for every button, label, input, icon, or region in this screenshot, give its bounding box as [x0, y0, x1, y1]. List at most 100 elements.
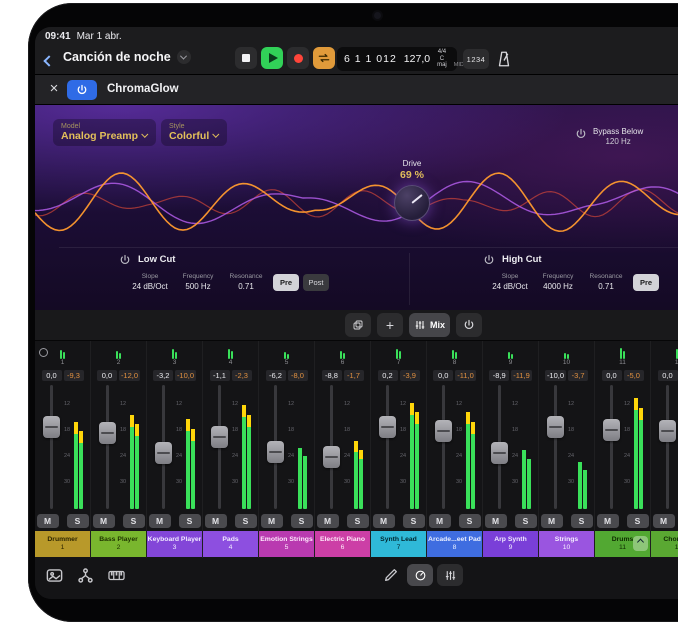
solo-button[interactable]: S [515, 514, 537, 528]
keyboard-button[interactable] [107, 566, 126, 585]
fader-handle[interactable] [379, 416, 396, 438]
fader-handle[interactable] [43, 416, 60, 438]
pan-value[interactable]: 0,0 [602, 370, 622, 381]
solo-button[interactable]: S [235, 514, 257, 528]
pan-value[interactable]: 0,0 [97, 370, 117, 381]
fader-handle[interactable] [267, 441, 284, 463]
controls-view-button[interactable] [407, 564, 433, 586]
mute-button[interactable]: M [429, 514, 451, 528]
add-plugin-button[interactable]: + [377, 313, 403, 337]
fader-handle[interactable] [603, 419, 620, 441]
track-label[interactable]: Strings10 [539, 531, 594, 557]
track-label[interactable]: Pads4 [203, 531, 258, 557]
play-button[interactable] [261, 47, 283, 69]
count-in-button[interactable]: 1234 [463, 49, 489, 69]
solo-button[interactable]: S [347, 514, 369, 528]
back-button[interactable] [45, 52, 59, 66]
stop-button[interactable] [235, 47, 257, 69]
pan-value[interactable]: -10,0 [545, 370, 566, 381]
fader-handle[interactable] [435, 420, 452, 442]
volume-value[interactable]: -2,3 [232, 370, 252, 381]
solo-button[interactable]: S [179, 514, 201, 528]
high-cut-power-icon[interactable] [483, 253, 495, 265]
volume-value[interactable]: -11,0 [455, 370, 476, 381]
low-cut-resonance[interactable]: Resonance 0.71 [223, 273, 269, 293]
fader-handle[interactable] [547, 416, 564, 438]
pan-value[interactable]: 0,2 [378, 370, 398, 381]
edit-button[interactable] [383, 567, 399, 583]
volume-value[interactable]: -10,0 [175, 370, 196, 381]
mute-button[interactable]: M [653, 514, 675, 528]
fader-handle[interactable] [323, 446, 340, 468]
master-strip-icon[interactable] [39, 348, 48, 357]
track-label[interactable]: Bass Player2 [91, 531, 146, 557]
song-menu-button[interactable] [177, 50, 191, 64]
pan-value[interactable]: -8,9 [489, 370, 509, 381]
solo-button[interactable]: S [123, 514, 145, 528]
plugin-power-button[interactable] [67, 80, 97, 100]
close-plugin-button[interactable]: × [45, 80, 63, 100]
track-label[interactable]: Chorus V12 [651, 531, 678, 557]
high-cut-slope[interactable]: Slope 24 dB/Oct [487, 273, 533, 293]
mute-button[interactable]: M [37, 514, 59, 528]
track-label[interactable]: Keyboard Player3 [147, 531, 202, 557]
mix-view-button[interactable]: Mix [409, 313, 450, 337]
pan-value[interactable]: 0,0 [42, 370, 62, 381]
low-cut-post-button[interactable]: Post [303, 274, 329, 291]
fader-handle[interactable] [155, 442, 172, 464]
fader-handle[interactable] [99, 422, 116, 444]
track-label[interactable]: Emotion Strings5 [259, 531, 314, 557]
model-selector[interactable]: Model Analog Preamp [53, 119, 156, 146]
track-label[interactable]: Synth Lead7 [371, 531, 426, 557]
pan-value[interactable]: -8,8 [322, 370, 342, 381]
routing-button[interactable] [76, 566, 95, 585]
volume-value[interactable]: -8,0 [288, 370, 308, 381]
mute-button[interactable]: M [205, 514, 227, 528]
mute-button[interactable]: M [597, 514, 619, 528]
volume-value[interactable]: -3,9 [400, 370, 420, 381]
bypass-below-control[interactable]: Bypass Below 120 Hz [575, 127, 643, 148]
track-label[interactable]: Arcade...eet Pad8 [427, 531, 482, 557]
low-cut-pre-button[interactable]: Pre [273, 274, 299, 291]
cycle-button[interactable] [313, 47, 335, 69]
volume-value[interactable]: -3,7 [568, 370, 588, 381]
faders-view-button[interactable] [437, 564, 463, 586]
mute-button[interactable]: M [317, 514, 339, 528]
record-button[interactable] [287, 47, 309, 69]
pan-value[interactable]: -1,1 [210, 370, 230, 381]
drive-knob[interactable] [394, 185, 430, 221]
high-cut-frequency[interactable]: Frequency 4000 Hz [533, 273, 583, 293]
duplicate-plugin-button[interactable] [345, 313, 371, 337]
expand-track-button[interactable] [633, 536, 648, 551]
solo-button[interactable]: S [459, 514, 481, 528]
song-title[interactable]: Canción de noche [63, 50, 191, 64]
mute-button[interactable]: M [541, 514, 563, 528]
metronome-button[interactable] [495, 50, 513, 68]
volume-value[interactable]: -11,9 [511, 370, 532, 381]
volume-value[interactable]: -1,7 [344, 370, 364, 381]
pan-value[interactable]: -6,2 [266, 370, 286, 381]
volume-value[interactable]: -9,3 [64, 370, 84, 381]
pan-value[interactable]: -3,2 [153, 370, 173, 381]
volume-value[interactable]: -5,0 [624, 370, 644, 381]
mute-button[interactable]: M [93, 514, 115, 528]
low-cut-power-icon[interactable] [119, 253, 131, 265]
mixer-power-button[interactable] [456, 313, 482, 337]
track-label[interactable]: Electric Piano6 [315, 531, 370, 557]
track-label[interactable]: Drums11 [595, 531, 650, 557]
volume-value[interactable]: -12,0 [119, 370, 140, 381]
pan-value[interactable]: 0,0 [433, 370, 453, 381]
high-cut-pre-button[interactable]: Pre [633, 274, 659, 291]
pan-value[interactable]: 0,0 [658, 370, 678, 381]
low-cut-slope[interactable]: Slope 24 dB/Oct [127, 273, 173, 293]
low-cut-frequency[interactable]: Frequency 500 Hz [173, 273, 223, 293]
solo-button[interactable]: S [403, 514, 425, 528]
fader-handle[interactable] [491, 442, 508, 464]
mute-button[interactable]: M [485, 514, 507, 528]
mute-button[interactable]: M [261, 514, 283, 528]
track-label[interactable]: Arp Synth9 [483, 531, 538, 557]
solo-button[interactable]: S [67, 514, 89, 528]
browser-button[interactable] [45, 566, 64, 585]
lcd-display[interactable]: 6 1 1 012 127,0 4/4 C maj MIDI [337, 47, 457, 71]
mute-button[interactable]: M [149, 514, 171, 528]
